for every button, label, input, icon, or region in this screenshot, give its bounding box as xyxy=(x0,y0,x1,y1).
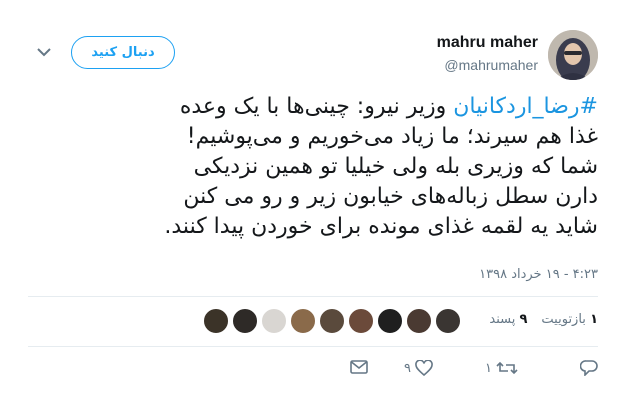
reply-icon xyxy=(580,360,598,376)
heart-icon xyxy=(415,360,433,376)
user-handle[interactable]: @mahrumaher xyxy=(444,57,538,73)
likes-count: ۹ xyxy=(519,312,528,327)
tweet-line-3: شما که وزیری بله ولی خیلیا تو همین نزدیک… xyxy=(193,154,598,179)
tweet-line-1: #رضا_اردکانیان وزیر نیرو: چینی‌ها با یک … xyxy=(28,92,598,122)
tweet-line-2: غذا هم سیرند؛ ما زیاد می‌خوریم و می‌پوشی… xyxy=(186,124,598,149)
liker-avatar[interactable] xyxy=(290,308,316,334)
liker-avatar[interactable] xyxy=(261,308,287,334)
liker-avatar[interactable] xyxy=(319,308,345,334)
liker-avatar[interactable] xyxy=(377,308,403,334)
engagement-stats: ۱ بازتوییت ۹ پسند xyxy=(475,312,598,327)
retweet-count: ۱ xyxy=(485,360,492,376)
like-count: ۹ xyxy=(404,360,411,376)
liker-avatar[interactable] xyxy=(406,308,432,334)
retweets-stat[interactable]: ۱ بازتوییت xyxy=(541,312,598,327)
tweet-card: دنبال کنید mahru maher @mahrumaher #رضا_… xyxy=(0,0,626,400)
liker-avatars xyxy=(203,308,464,334)
envelope-icon xyxy=(350,360,368,374)
reply-button[interactable] xyxy=(580,360,598,376)
retweets-label: بازتوییت xyxy=(541,312,586,327)
tweet-line-5: شاید یه لقمه غذای مونده برای خوردن پیدا … xyxy=(164,214,598,239)
liker-avatar[interactable] xyxy=(203,308,229,334)
liker-avatar[interactable] xyxy=(232,308,258,334)
follow-button[interactable]: دنبال کنید xyxy=(71,36,175,69)
likes-label: پسند xyxy=(489,312,516,327)
like-button[interactable]: ۹ xyxy=(404,360,433,376)
retweets-count: ۱ xyxy=(590,312,598,327)
likes-stat[interactable]: ۹ پسند xyxy=(489,312,527,327)
chevron-down-icon[interactable] xyxy=(34,42,54,62)
tweet-text: #رضا_اردکانیان وزیر نیرو: چینی‌ها با یک … xyxy=(28,92,598,242)
direct-message-button[interactable] xyxy=(350,360,368,374)
liker-avatar[interactable] xyxy=(348,308,374,334)
hashtag-link[interactable]: #رضا_اردکانیان xyxy=(453,94,598,119)
divider-bottom xyxy=(28,346,598,347)
retweet-icon xyxy=(496,360,518,376)
tweet-line-4: دارن سطل زباله‌های خیابون زیر و رو می کن… xyxy=(183,184,598,209)
liker-avatar[interactable] xyxy=(435,308,461,334)
display-name[interactable]: mahru maher xyxy=(437,34,538,52)
tweet-line-1-text: وزیر نیرو: چینی‌ها با یک وعده xyxy=(179,94,454,119)
retweet-button[interactable]: ۱ xyxy=(485,360,518,376)
divider-top xyxy=(28,296,598,297)
avatar[interactable] xyxy=(548,30,598,80)
tweet-timestamp[interactable]: ۴:۲۳ - ۱۹ خرداد ۱۳۹۸ xyxy=(479,267,598,282)
